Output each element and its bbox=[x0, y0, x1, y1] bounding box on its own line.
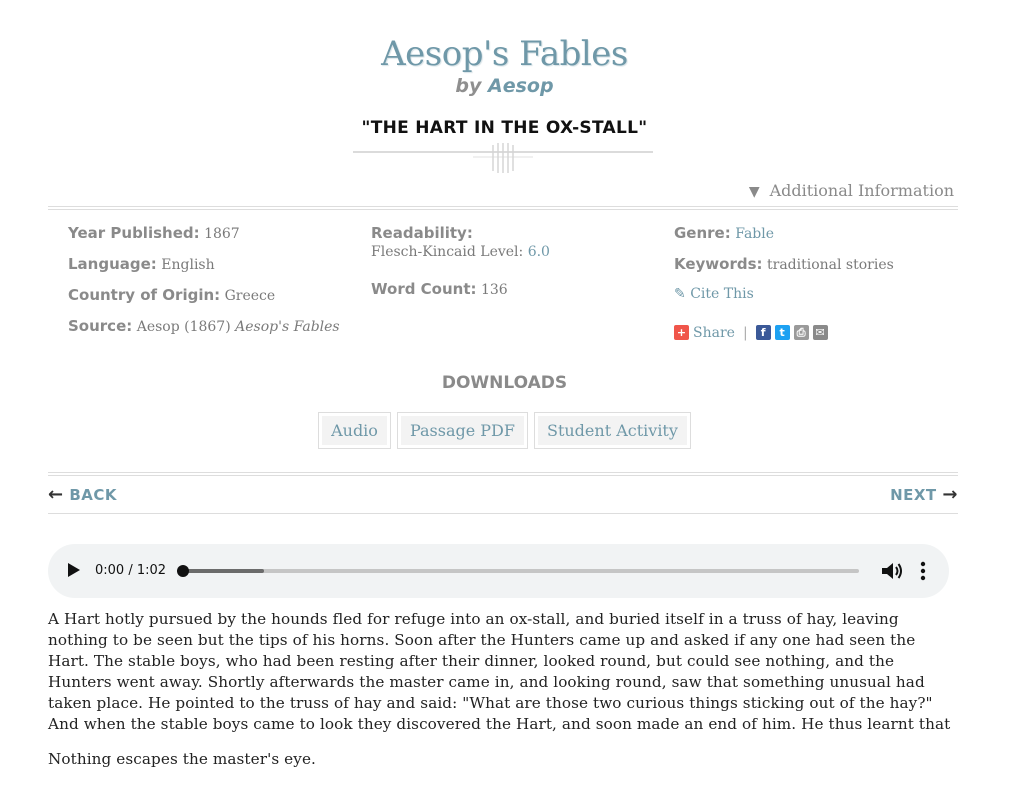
more-options-icon[interactable] bbox=[920, 561, 926, 581]
word-count-value: 136 bbox=[480, 282, 508, 298]
arrow-left-icon: ← bbox=[48, 484, 64, 505]
language-label: Language: bbox=[68, 255, 157, 273]
divider-top bbox=[48, 206, 958, 207]
cite-this-label: Cite This bbox=[690, 286, 754, 302]
genre-link[interactable]: Fable bbox=[735, 226, 774, 242]
divider-nav-bottom bbox=[48, 513, 958, 514]
story-title: "THE HART IN THE OX-STALL" bbox=[361, 118, 648, 138]
readability-label: Readability: bbox=[371, 224, 473, 242]
fk-value[interactable]: 6.0 bbox=[528, 244, 550, 260]
addthis-plus-icon[interactable]: + bbox=[674, 325, 689, 340]
meta-column-left: Year Published: 1867 Language: English C… bbox=[68, 224, 340, 348]
audio-time: 0:00 / 1:02 bbox=[95, 563, 167, 578]
divider-ornament bbox=[353, 143, 653, 173]
country-value: Greece bbox=[224, 288, 276, 304]
play-icon[interactable] bbox=[68, 563, 80, 577]
source-title: Aesop's Fables bbox=[235, 319, 340, 335]
cite-this-link[interactable]: ✎ Cite This bbox=[674, 286, 894, 317]
genre-label: Genre: bbox=[674, 224, 731, 242]
audio-download-label: Audio bbox=[322, 416, 387, 445]
book-title[interactable]: Aesop's Fables bbox=[0, 34, 1009, 74]
keywords-value: traditional stories bbox=[767, 257, 894, 273]
downloads-heading: DOWNLOADS bbox=[441, 373, 568, 393]
audio-seek-bar[interactable] bbox=[177, 565, 859, 577]
passage-pdf-label: Passage PDF bbox=[400, 416, 524, 445]
share-separator: | bbox=[742, 324, 748, 341]
share-row: + Share | f t ⎙ ✉ bbox=[674, 317, 894, 348]
print-icon[interactable]: ⎙ bbox=[793, 325, 809, 340]
source-label: Source: bbox=[68, 317, 133, 335]
divider-nav-top bbox=[48, 472, 958, 473]
fk-label: Flesch-Kincaid Level: bbox=[371, 244, 524, 260]
student-activity-button[interactable]: Student Activity bbox=[533, 412, 691, 449]
byline: by Aesop bbox=[0, 75, 1009, 97]
audio-player: 0:00 / 1:02 bbox=[48, 544, 949, 598]
by-label: by bbox=[455, 75, 482, 97]
downloads-buttons: Audio Passage PDF Student Activity bbox=[0, 412, 1009, 449]
divider-top-2 bbox=[48, 209, 958, 210]
word-count-label: Word Count: bbox=[371, 280, 477, 298]
passage-pdf-button[interactable]: Passage PDF bbox=[396, 412, 528, 449]
pencil-icon: ✎ bbox=[674, 286, 686, 302]
additional-information-label: Additional Information bbox=[769, 181, 954, 200]
facebook-icon[interactable]: f bbox=[755, 325, 771, 340]
divider-nav-top-2 bbox=[48, 475, 958, 476]
back-link[interactable]: ← BACK bbox=[48, 484, 117, 505]
source-value: Aesop (1867) bbox=[136, 319, 231, 335]
keywords-label: Keywords: bbox=[674, 255, 763, 273]
year-value: 1867 bbox=[204, 226, 240, 242]
audio-seek-thumb[interactable] bbox=[177, 565, 189, 577]
meta-column-middle: Readability: Flesch-Kincaid Level: 6.0 W… bbox=[371, 224, 550, 311]
country-label: Country of Origin: bbox=[68, 286, 221, 304]
language-value: English bbox=[161, 257, 215, 273]
audio-buffered bbox=[183, 569, 265, 573]
twitter-icon[interactable]: t bbox=[774, 325, 790, 340]
next-label: NEXT bbox=[890, 486, 937, 504]
volume-icon[interactable] bbox=[880, 561, 904, 581]
passage-moral: Nothing escapes the master's eye. bbox=[48, 750, 316, 768]
arrow-right-icon: → bbox=[942, 484, 958, 505]
next-link[interactable]: NEXT → bbox=[890, 484, 958, 505]
passage-paragraph: A Hart hotly pursued by the hounds fled … bbox=[48, 610, 951, 733]
year-label: Year Published: bbox=[68, 224, 200, 242]
audio-download-button[interactable]: Audio bbox=[318, 412, 391, 449]
triangle-down-icon: ▼ bbox=[748, 184, 760, 200]
passage-text: A Hart hotly pursued by the hounds fled … bbox=[48, 609, 960, 784]
author-link[interactable]: Aesop bbox=[488, 75, 554, 97]
email-icon[interactable]: ✉ bbox=[812, 325, 828, 340]
share-link[interactable]: Share bbox=[693, 325, 735, 341]
additional-information-toggle[interactable]: ▼ Additional Information bbox=[749, 181, 954, 200]
meta-column-right: Genre: Fable Keywords: traditional stori… bbox=[674, 224, 894, 348]
back-label: BACK bbox=[69, 486, 118, 504]
student-activity-label: Student Activity bbox=[537, 416, 687, 445]
